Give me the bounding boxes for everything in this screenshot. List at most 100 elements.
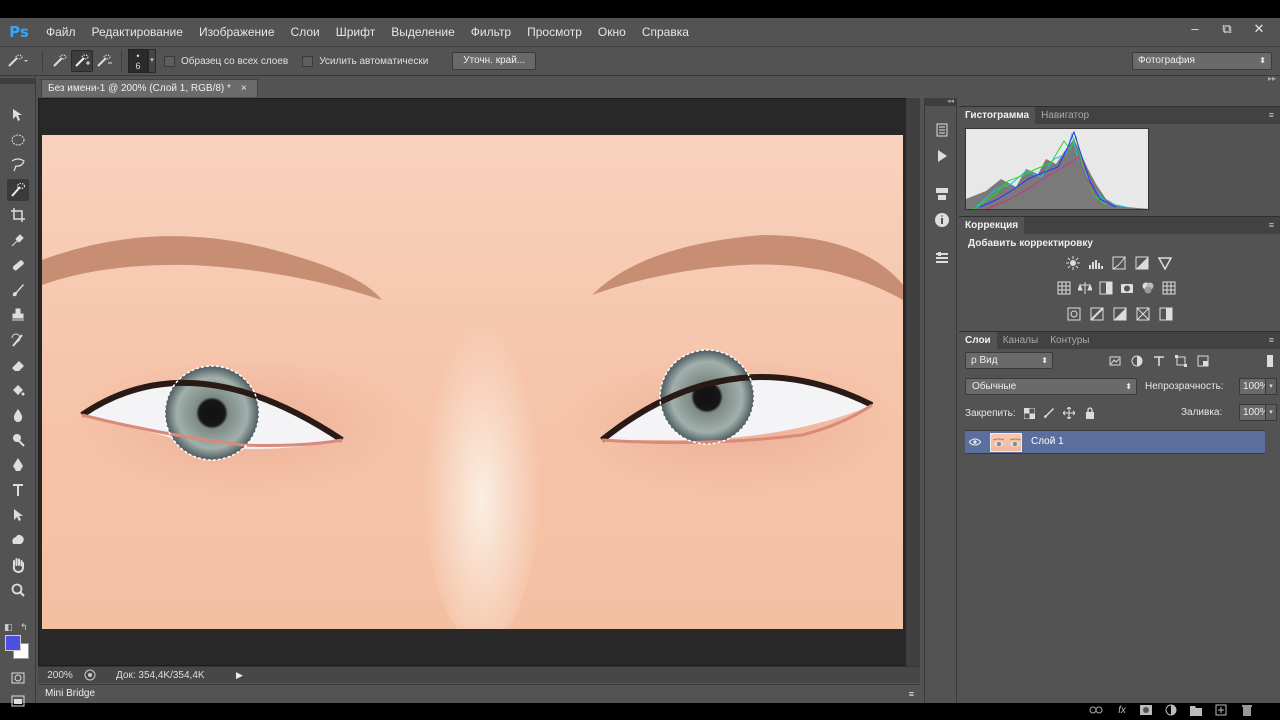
tool-presets-button[interactable] [932, 184, 952, 204]
menu-window[interactable]: Окно [590, 25, 634, 39]
hue-saturation-icon[interactable] [1056, 280, 1072, 296]
menu-image[interactable]: Изображение [191, 25, 283, 39]
fill-dropdown-icon[interactable]: ▾ [1265, 404, 1277, 421]
channel-mixer-icon[interactable] [1140, 280, 1156, 296]
menu-view[interactable]: Просмотр [519, 25, 590, 39]
link-layers-icon[interactable] [1089, 703, 1103, 717]
curves-icon[interactable] [1111, 255, 1127, 271]
panel-menu-icon[interactable]: ≡ [1269, 217, 1274, 234]
color-balance-icon[interactable] [1077, 280, 1093, 296]
quick-selection-tool[interactable] [7, 179, 29, 201]
filter-smart-object-icon[interactable] [1196, 354, 1210, 368]
status-menu-arrow-icon[interactable]: ▶ [236, 670, 243, 681]
document-window[interactable] [38, 98, 920, 666]
hand-tool[interactable] [7, 554, 29, 576]
menu-type[interactable]: Шрифт [328, 25, 383, 39]
brush-tool[interactable] [7, 279, 29, 301]
status-info-icon[interactable] [82, 669, 98, 681]
tool-preset-picker[interactable] [0, 49, 36, 73]
lock-all-icon[interactable] [1083, 406, 1097, 420]
gradient-map-icon[interactable] [1158, 306, 1174, 322]
blend-mode-select[interactable]: Обычные ⬍ [965, 378, 1137, 395]
sample-all-layers-checkbox[interactable] [164, 55, 175, 67]
add-to-selection-button[interactable] [71, 50, 93, 72]
brightness-contrast-icon[interactable] [1065, 255, 1081, 271]
invert-icon[interactable] [1066, 306, 1082, 322]
panel-menu-icon[interactable]: ≡ [1269, 107, 1274, 124]
add-mask-icon[interactable] [1139, 703, 1153, 717]
new-group-icon[interactable] [1189, 703, 1203, 717]
new-adjustment-layer-icon[interactable] [1164, 703, 1178, 717]
info-panel-button[interactable] [932, 210, 952, 230]
history-brush-tool[interactable] [7, 329, 29, 351]
image-canvas[interactable] [42, 135, 903, 629]
posterize-icon[interactable] [1089, 306, 1105, 322]
layer-filter-select[interactable]: ρ Вид ⬍ [965, 352, 1053, 369]
eyedropper-tool[interactable] [7, 229, 29, 251]
filter-shape-icon[interactable] [1174, 354, 1188, 368]
tab-histogram[interactable]: Гистограмма [959, 106, 1036, 125]
zoom-level[interactable]: 200% [38, 670, 82, 681]
subtract-from-selection-button[interactable] [93, 50, 115, 72]
tab-paths[interactable]: Контуры [1044, 332, 1095, 350]
auto-enhance-checkbox[interactable] [302, 55, 314, 67]
tab-layers[interactable]: Слои [959, 331, 997, 350]
custom-shape-tool[interactable] [7, 529, 29, 551]
pen-tool[interactable] [7, 454, 29, 476]
zoom-tool[interactable] [7, 579, 29, 601]
properties-panel-button[interactable] [932, 248, 952, 268]
screen-mode-button[interactable] [7, 690, 29, 712]
paint-bucket-tool[interactable] [7, 379, 29, 401]
dodge-tool[interactable] [7, 429, 29, 451]
filter-adjustment-icon[interactable] [1130, 354, 1144, 368]
toolbar-grip[interactable] [0, 78, 36, 84]
tab-navigator[interactable]: Навигатор [1035, 107, 1095, 125]
filter-toggle-icon[interactable] [1266, 354, 1274, 368]
lasso-tool[interactable] [7, 154, 29, 176]
black-white-icon[interactable] [1098, 280, 1114, 296]
selective-color-icon[interactable] [1135, 306, 1151, 322]
close-tab-icon[interactable]: × [241, 80, 247, 97]
mini-bridge-panel[interactable]: Mini Bridge ≡ [38, 684, 920, 703]
healing-brush-tool[interactable] [7, 254, 29, 276]
layer-thumbnail[interactable] [990, 433, 1022, 452]
menu-select[interactable]: Выделение [383, 25, 463, 39]
levels-icon[interactable] [1088, 255, 1104, 271]
color-lookup-icon[interactable] [1161, 280, 1177, 296]
eraser-tool[interactable] [7, 354, 29, 376]
expand-arrows-icon[interactable]: ▸▸ [1268, 74, 1276, 83]
swap-colors-icon[interactable]: ↰ [20, 622, 28, 633]
actions-panel-button[interactable] [932, 146, 952, 166]
panel-menu-icon[interactable]: ≡ [1269, 332, 1274, 349]
crop-tool[interactable] [7, 204, 29, 226]
move-tool[interactable] [7, 104, 29, 126]
layer-visibility-toggle[interactable] [965, 431, 985, 453]
document-tab[interactable]: Без имени-1 @ 200% (Слой 1, RGB/8) * × [41, 79, 258, 97]
layer-name[interactable]: Слой 1 [1031, 436, 1064, 447]
panel-menu-icon[interactable]: ≡ [909, 685, 914, 703]
new-layer-icon[interactable] [1214, 703, 1228, 717]
brush-picker-arrow[interactable]: ▾ [148, 49, 156, 73]
tab-adjustments[interactable]: Коррекция [959, 216, 1025, 235]
menu-layers[interactable]: Слои [283, 25, 328, 39]
history-panel-button[interactable] [932, 120, 952, 140]
filter-pixel-icon[interactable] [1108, 354, 1122, 368]
menu-edit[interactable]: Редактирование [84, 25, 191, 39]
close-button[interactable]: ✕ [1252, 21, 1266, 37]
lock-position-icon[interactable] [1062, 406, 1076, 420]
opacity-dropdown-icon[interactable]: ▾ [1265, 378, 1277, 395]
layer-style-icon[interactable]: fx [1115, 703, 1129, 717]
blur-tool[interactable] [7, 404, 29, 426]
vibrance-icon[interactable] [1157, 255, 1173, 271]
foreground-color-swatch[interactable] [5, 635, 21, 651]
type-tool[interactable] [7, 479, 29, 501]
threshold-icon[interactable] [1112, 306, 1128, 322]
collapse-arrows-icon[interactable]: ◂◂ [925, 98, 956, 106]
vertical-scrollbar[interactable] [906, 98, 920, 666]
path-selection-tool[interactable] [7, 504, 29, 526]
clone-stamp-tool[interactable] [7, 304, 29, 326]
exposure-icon[interactable] [1134, 255, 1150, 271]
layer-row[interactable]: Слой 1 [965, 430, 1265, 454]
filter-type-icon[interactable] [1152, 354, 1166, 368]
marquee-tool[interactable] [7, 129, 29, 151]
